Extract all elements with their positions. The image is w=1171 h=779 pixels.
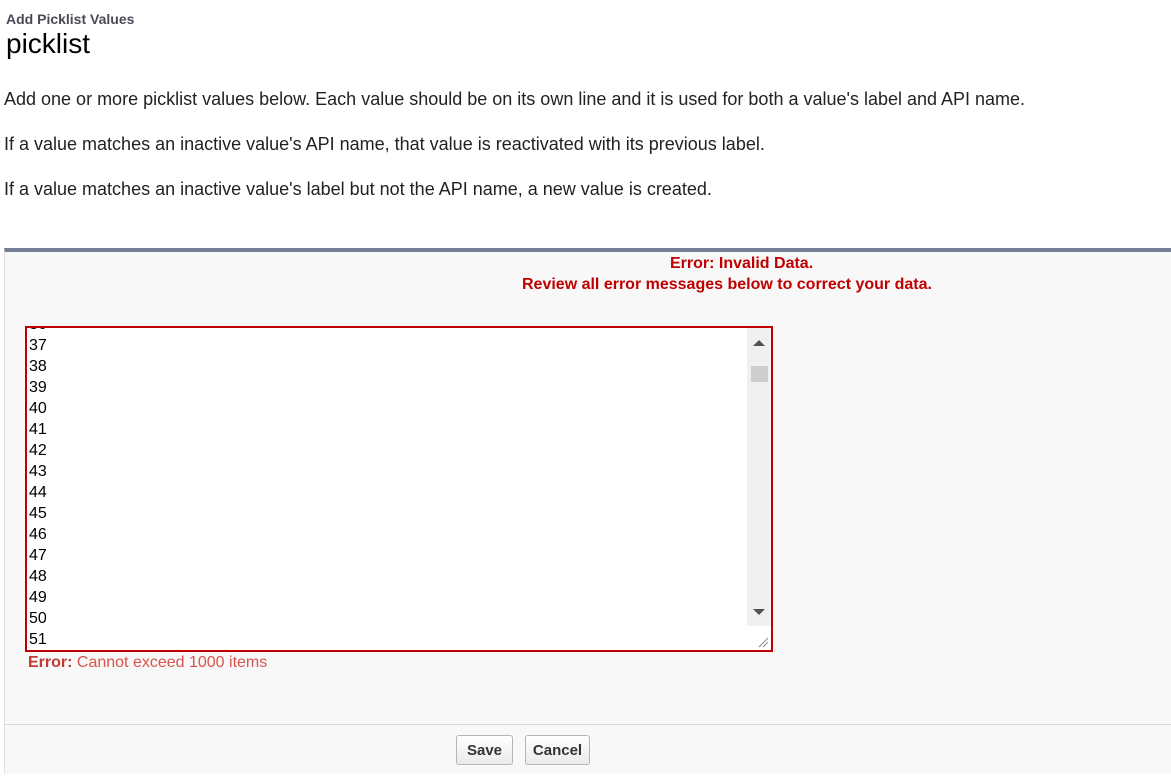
edit-panel: Error: Invalid Data. Review all error me… [4, 248, 1171, 774]
textarea-line: 48 [29, 568, 47, 585]
textarea-line: 50 [29, 610, 47, 627]
page-title: picklist [6, 28, 91, 59]
textarea-scrollbar[interactable] [747, 328, 771, 650]
picklist-values-textarea[interactable]: 36 37 38 39 40 41 42 43 44 45 46 47 48 49 50 51 [25, 326, 773, 652]
textarea-line-partial: 36 [29, 328, 47, 335]
instruction-text: If a value matches an inactive value's A… [4, 134, 765, 154]
textarea-line: 45 [29, 505, 47, 522]
textarea-line: 42 [29, 442, 47, 459]
triangle-down-icon[interactable] [753, 609, 765, 615]
textarea-line: 38 [29, 358, 47, 375]
textarea-line: 51 [29, 631, 47, 648]
textarea-line: 37 [29, 337, 47, 354]
textarea-line: 49 [29, 589, 47, 606]
textarea-line: 46 [29, 526, 47, 543]
cancel-button[interactable]: Cancel [525, 735, 590, 765]
error-banner-title: Error: Invalid Data. [670, 255, 814, 272]
textarea-line: 41 [29, 421, 47, 438]
textarea-line: 43 [29, 463, 47, 480]
textarea-line: 47 [29, 547, 47, 564]
field-error-prefix: Error: [28, 654, 73, 671]
textarea-line: 44 [29, 484, 47, 501]
button-bar: Save Cancel [5, 724, 1171, 779]
field-error-message: Error: Cannot exceed 1000 items [28, 654, 267, 672]
error-banner: Error: Invalid Data. Review all error me… [5, 252, 1171, 312]
save-button[interactable]: Save [456, 735, 513, 765]
scrollbar-thumb[interactable] [751, 366, 768, 382]
resize-grip-icon[interactable] [747, 626, 771, 650]
instruction-text: If a value matches an inactive value's l… [4, 179, 712, 199]
field-error-text: Cannot exceed 1000 items [76, 654, 268, 671]
instruction-text: Add one or more picklist values below. E… [4, 89, 1026, 109]
textarea-line: 39 [29, 379, 47, 396]
page-subtitle: Add Picklist Values [6, 11, 135, 27]
page-header: Add Picklist Values picklist [6, 11, 134, 60]
error-banner-message: Review all error messages below to corre… [522, 276, 932, 293]
textarea-content: 37 38 39 40 41 42 43 44 45 46 47 48 49 50 51 [29, 335, 743, 650]
instructions: Add one or more picklist values below. E… [4, 88, 1164, 223]
textarea-line: 40 [29, 400, 47, 417]
triangle-up-icon[interactable] [753, 340, 765, 346]
